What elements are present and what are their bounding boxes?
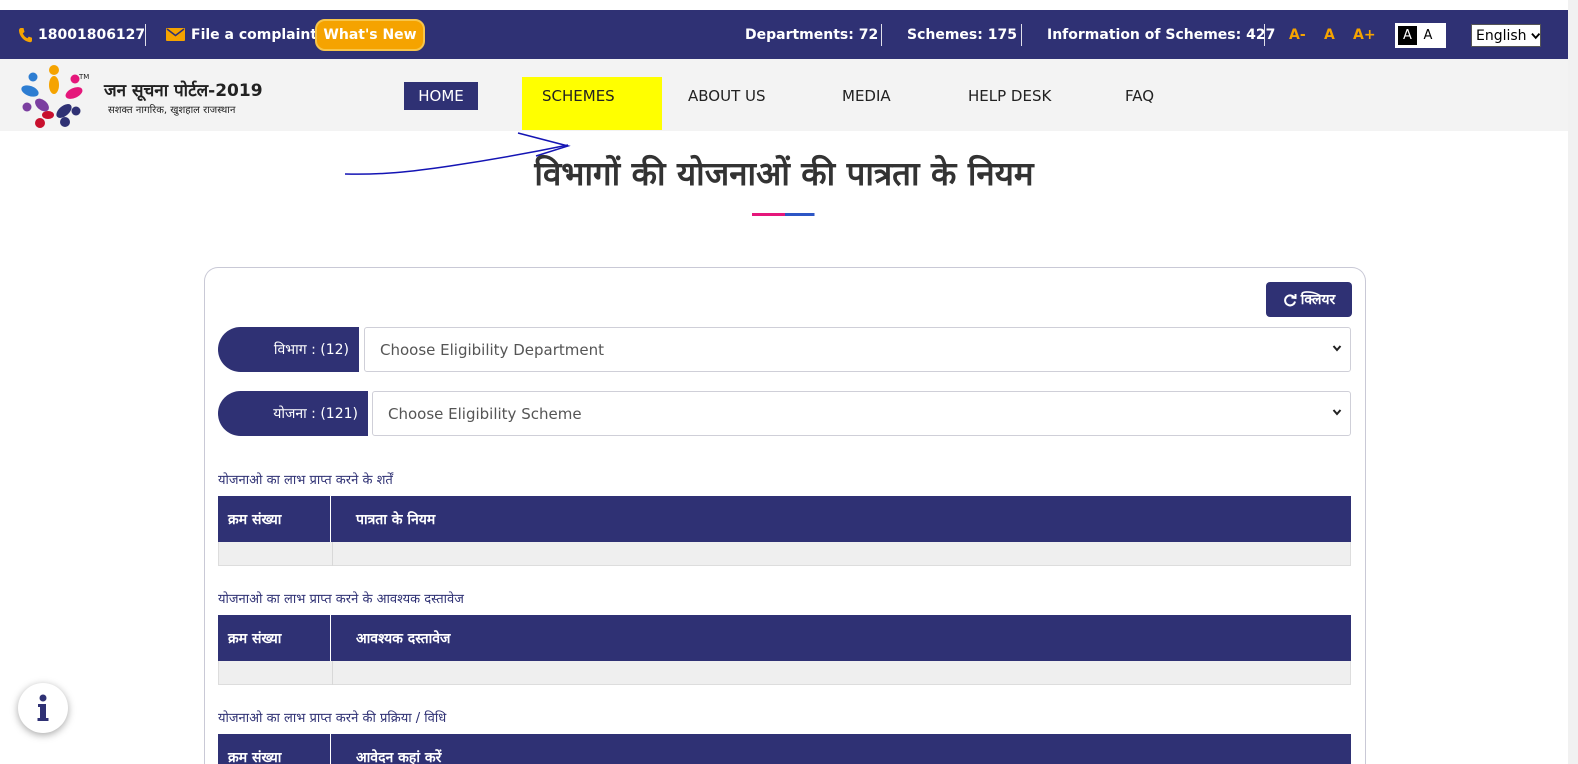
serial-number-header: क्रम संख्या [218,734,331,764]
page-scrollbar[interactable] [1568,0,1578,764]
separator [881,24,882,46]
where-to-apply-header: आवेदन कहां करें [356,749,442,764]
info-icon [37,694,49,721]
language-value: English [1476,27,1527,44]
refresh-icon [1283,293,1297,306]
department-label: विभाग : (12) [218,327,359,372]
top-bar: 18001806127 File a complaint What's New … [0,10,1568,59]
info-schemes-count[interactable]: Information of Schemes: 427 [1047,10,1275,59]
font-increase-button[interactable]: A+ [1353,10,1376,59]
clear-button[interactable]: क्लियर [1266,282,1352,317]
contrast-light-button[interactable]: A [1417,26,1439,45]
complaint-label: File a complaint [191,26,318,43]
font-decrease-button[interactable]: A- [1289,10,1306,59]
documents-caption: योजनाओ का लाभ प्राप्त करने के आवश्यक दस्… [218,592,464,607]
nav-about-us[interactable]: ABOUT US [688,82,766,110]
departments-count[interactable]: Departments: 72 [745,10,878,59]
process-table-header: क्रम संख्या आवेदन कहां करें [218,734,1351,764]
complaint-link[interactable]: File a complaint [166,10,317,59]
title-underline [752,213,818,216]
nav-faq[interactable]: FAQ [1125,82,1154,110]
scheme-select[interactable]: Choose Eligibility Scheme [372,391,1351,436]
page-top-strip [0,0,1578,10]
serial-number-header: क्रम संख्या [218,496,331,542]
documents-table-header: क्रम संख्या आवश्यक दस्तावेज [218,615,1351,661]
nav-media[interactable]: MEDIA [842,82,891,110]
whats-new-button[interactable]: What's New [315,19,425,51]
info-button[interactable] [18,683,68,733]
page-title: विभागों की योजनाओं की पात्रता के नियम [534,154,1034,193]
nav-home[interactable]: HOME [404,82,478,110]
conditions-table-header: क्रम संख्या पात्रता के नियम [218,496,1351,542]
language-select[interactable]: English [1471,24,1541,47]
table-row [218,661,1351,685]
separator [1021,24,1022,46]
required-documents-header: आवश्यक दस्तावेज [356,630,451,647]
phone-icon [18,27,32,42]
process-caption: योजनाओ का लाभ प्राप्त करने की प्रक्रिया … [218,711,447,726]
portal-tagline: सशक्त नागरिक, खुशहाल राजस्थान [108,105,236,116]
portal-title[interactable]: जन सूचना पोर्टल-2019 [104,78,263,101]
nav-schemes[interactable]: SCHEMES [542,82,615,110]
contrast-dark-button[interactable]: A [1398,26,1417,45]
serial-number-header: क्रम संख्या [218,615,331,661]
clear-button-label: क्लियर [1300,292,1336,308]
scheme-select-value: Choose Eligibility Scheme [388,404,582,423]
column-divider [332,542,333,566]
chevron-down-icon [1332,409,1342,416]
contrast-toggle[interactable]: A A [1395,23,1446,48]
chevron-down-icon [1530,32,1540,39]
table-row [218,542,1351,566]
phone-number: 18001806127 [38,26,146,43]
trademark-mark: TM [79,73,90,81]
font-normal-button[interactable]: A [1324,10,1335,59]
department-select-value: Choose Eligibility Department [380,340,604,359]
schemes-count[interactable]: Schemes: 175 [907,10,1017,59]
eligibility-rules-header: पात्रता के नियम [356,511,436,528]
column-divider [332,661,333,685]
department-select[interactable]: Choose Eligibility Department [364,327,1351,372]
separator [145,24,146,46]
conditions-caption: योजनाओ का लाभ प्राप्त करने के शर्तें [218,473,393,488]
separator [1264,24,1265,46]
scheme-label: योजना : (121) [218,391,368,436]
nav-help-desk[interactable]: HELP DESK [968,82,1051,110]
site-header: TM जन सूचना पोर्टल-2019 सशक्त नागरिक, खु… [0,59,1568,131]
chevron-down-icon [1332,345,1342,352]
helpline[interactable]: 18001806127 [18,10,145,59]
mail-icon [166,28,185,41]
